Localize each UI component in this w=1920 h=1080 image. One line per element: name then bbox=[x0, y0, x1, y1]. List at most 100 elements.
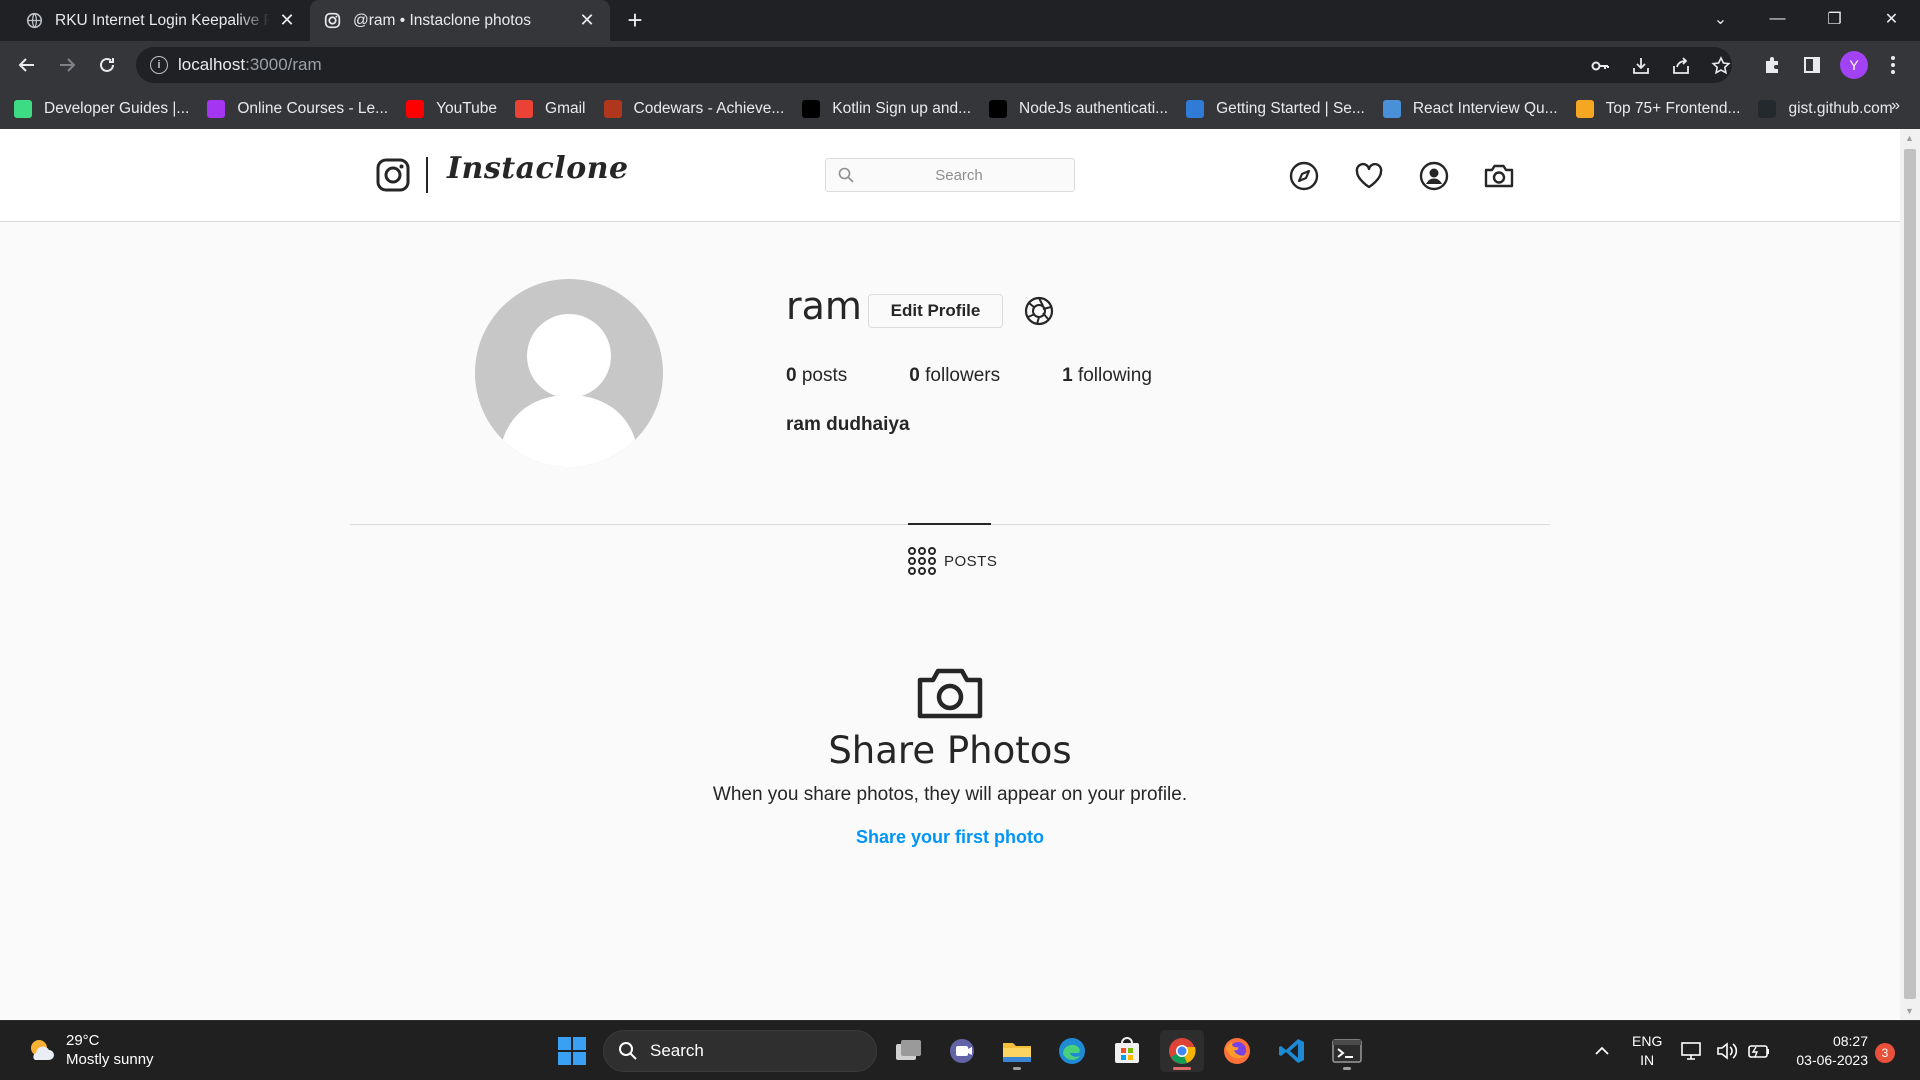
instagram-logo-icon[interactable] bbox=[376, 158, 410, 192]
profile-user-icon[interactable] bbox=[1417, 159, 1451, 193]
bookmark-label: gist.github.com bbox=[1788, 100, 1893, 117]
restore-icon[interactable]: ❐ bbox=[1806, 0, 1863, 38]
address-bar[interactable]: i localhost:3000/ram bbox=[136, 47, 1732, 83]
site-info-icon[interactable]: i bbox=[150, 56, 168, 74]
battery-icon[interactable] bbox=[1744, 1030, 1774, 1072]
extensions-icon[interactable] bbox=[1757, 50, 1787, 80]
share-first-photo-text[interactable]: Share your first photo bbox=[856, 827, 1044, 847]
reload-icon[interactable] bbox=[92, 50, 122, 80]
activity-heart-icon[interactable] bbox=[1352, 159, 1386, 193]
window-controls: ⌄ — ❐ ✕ bbox=[1692, 0, 1920, 41]
camera-icon bbox=[917, 668, 983, 719]
search-icon bbox=[619, 1042, 637, 1060]
bookmark-label: Kotlin Sign up and... bbox=[832, 100, 972, 117]
notification-badge[interactable]: 3 bbox=[1875, 1043, 1895, 1063]
windows-start-icon[interactable] bbox=[550, 1030, 594, 1072]
browser-tab-strip: RKU Internet Login Keepalive Page ✕ @ram… bbox=[0, 0, 1920, 41]
bookmark-item[interactable]: React Interview Qu... bbox=[1382, 100, 1558, 118]
bookmark-item[interactable]: Gmail bbox=[515, 100, 586, 118]
show-hidden-icons-chevron-icon[interactable] bbox=[1580, 1030, 1624, 1072]
close-tab-icon[interactable]: ✕ bbox=[578, 10, 596, 30]
tab-posts[interactable]: POSTS bbox=[908, 547, 997, 575]
following-stat[interactable]: 1 following bbox=[1062, 365, 1152, 387]
bookmark-item[interactable]: Getting Started | Se... bbox=[1186, 100, 1365, 118]
android-icon bbox=[14, 100, 32, 118]
firefox-icon[interactable] bbox=[1215, 1030, 1259, 1072]
file-explorer-icon[interactable] bbox=[995, 1030, 1039, 1072]
scroll-up-arrow-icon[interactable]: ▲ bbox=[1905, 133, 1915, 143]
share-icon[interactable] bbox=[1671, 56, 1691, 76]
teams-chat-icon[interactable] bbox=[940, 1030, 984, 1072]
new-tab-button[interactable]: + bbox=[620, 5, 650, 35]
forward-icon[interactable] bbox=[52, 50, 82, 80]
bookmark-item[interactable]: NodeJs authenticati... bbox=[989, 100, 1168, 118]
explore-compass-icon[interactable] bbox=[1287, 159, 1321, 193]
edge-browser-icon[interactable] bbox=[1050, 1030, 1094, 1072]
tab-title: @ram • Instaclone photos bbox=[353, 11, 531, 29]
share-first-photo-link[interactable]: Share your first photo bbox=[0, 827, 1900, 848]
following-count: 1 bbox=[1062, 365, 1073, 386]
clock[interactable]: 08:27 03-06-2023 bbox=[1782, 1032, 1868, 1070]
bookmark-item[interactable]: YouTube bbox=[406, 100, 497, 118]
bookmark-item[interactable]: Codewars - Achieve... bbox=[603, 100, 784, 118]
search-box[interactable] bbox=[825, 158, 1075, 192]
bookmark-item[interactable]: Developer Guides |... bbox=[14, 100, 189, 118]
vscode-icon[interactable] bbox=[1270, 1030, 1314, 1072]
browser-tab-rku[interactable]: RKU Internet Login Keepalive Page ✕ bbox=[12, 0, 310, 41]
followers-stat[interactable]: 0 followers bbox=[909, 365, 1000, 387]
input-language[interactable]: ENG IN bbox=[1632, 1032, 1662, 1070]
task-view-icon[interactable] bbox=[886, 1030, 930, 1072]
more-bookmarks-icon[interactable]: » bbox=[1891, 97, 1900, 115]
weather-widget[interactable]: 29°C Mostly sunny bbox=[26, 1031, 154, 1069]
active-indicator bbox=[1173, 1067, 1191, 1070]
profile-stats: 0 posts 0 followers 1 following bbox=[786, 365, 1214, 387]
bookmark-item[interactable]: gist.github.com bbox=[1758, 100, 1893, 118]
install-app-icon[interactable] bbox=[1631, 56, 1651, 76]
side-panel-icon[interactable] bbox=[1797, 50, 1827, 80]
profile-avatar[interactable]: Y bbox=[1840, 51, 1868, 79]
microsoft-store-icon[interactable] bbox=[1105, 1030, 1149, 1072]
back-icon[interactable] bbox=[12, 50, 42, 80]
scroll-down-arrow-icon[interactable]: ▼ bbox=[1905, 1006, 1915, 1016]
bookmark-item[interactable]: Online Courses - Le... bbox=[207, 100, 388, 118]
bookmark-label: Getting Started | Se... bbox=[1216, 100, 1365, 117]
volume-icon[interactable] bbox=[1712, 1030, 1742, 1072]
instaclone-page: Instaclone ram Edit Profile bbox=[0, 129, 1900, 1020]
running-indicator bbox=[1343, 1067, 1351, 1070]
chrome-browser-icon[interactable] bbox=[1160, 1030, 1204, 1072]
menu-kebab-icon[interactable] bbox=[1878, 50, 1908, 80]
tab-search-icon[interactable]: ⌄ bbox=[1692, 0, 1749, 38]
profile-avatar-image[interactable] bbox=[475, 279, 663, 467]
bookmark-star-icon[interactable] bbox=[1711, 56, 1731, 76]
following-label: following bbox=[1072, 365, 1152, 386]
partly-sunny-icon bbox=[31, 1040, 54, 1060]
medium-icon bbox=[802, 100, 821, 118]
terminal-icon[interactable] bbox=[1325, 1030, 1369, 1072]
posts-count: 0 bbox=[786, 365, 797, 386]
medium-icon bbox=[989, 100, 1008, 118]
bookmark-item[interactable]: Top 75+ Frontend... bbox=[1575, 100, 1741, 118]
settings-aperture-icon[interactable] bbox=[1024, 296, 1054, 326]
flag-icon bbox=[1575, 100, 1594, 118]
close-tab-icon[interactable]: ✕ bbox=[278, 10, 296, 30]
mountain-icon bbox=[1382, 100, 1401, 118]
page-scrollbar[interactable]: ▲ ▼ bbox=[1900, 129, 1920, 1020]
tab-title: RKU Internet Login Keepalive Page bbox=[55, 11, 270, 29]
browser-tab-instaclone[interactable]: @ram • Instaclone photos ✕ bbox=[310, 0, 610, 41]
upload-camera-icon[interactable] bbox=[1482, 159, 1516, 193]
brand-wordmark[interactable]: Instaclone bbox=[447, 151, 629, 186]
minimize-icon[interactable]: — bbox=[1749, 0, 1806, 38]
taskbar-search-label: Search bbox=[650, 1041, 704, 1060]
bookmark-item[interactable]: Kotlin Sign up and... bbox=[802, 100, 971, 118]
network-icon[interactable] bbox=[1676, 1030, 1706, 1072]
key-icon[interactable] bbox=[1590, 56, 1610, 76]
taskbar-search[interactable]: Search bbox=[603, 1030, 877, 1072]
bookmark-label: Top 75+ Frontend... bbox=[1605, 100, 1741, 117]
scrollbar-thumb[interactable] bbox=[1904, 149, 1916, 999]
search-input[interactable] bbox=[854, 159, 1064, 191]
region-code: IN bbox=[1640, 1052, 1655, 1068]
url-text[interactable]: localhost:3000/ram bbox=[178, 55, 322, 75]
close-window-icon[interactable]: ✕ bbox=[1863, 0, 1920, 38]
posts-label: posts bbox=[796, 365, 848, 386]
edit-profile-button[interactable]: Edit Profile bbox=[868, 294, 1003, 328]
